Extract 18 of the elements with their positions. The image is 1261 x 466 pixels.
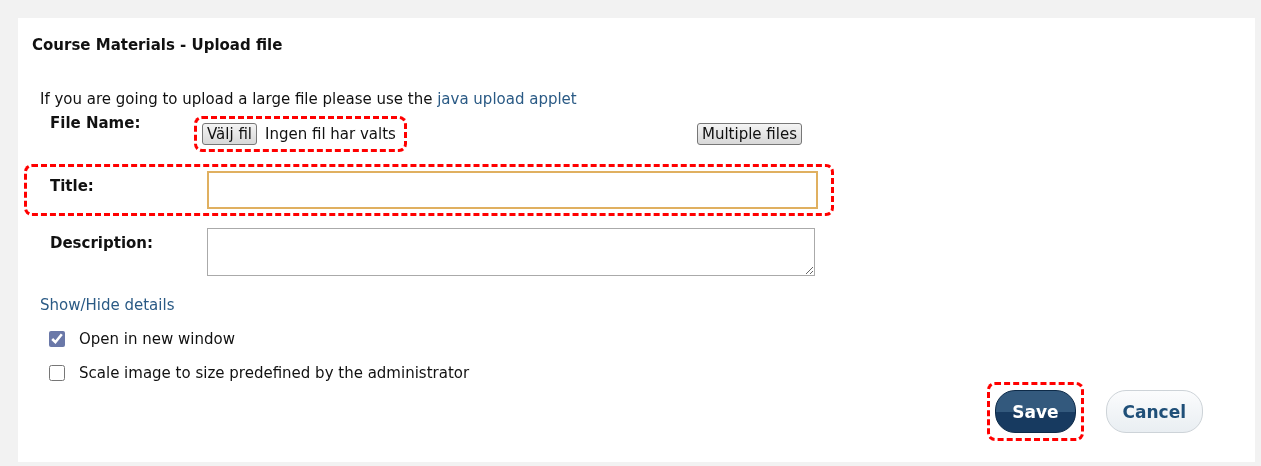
choose-file-button[interactable]: Välj fil [202,123,257,145]
description-field[interactable] [207,228,815,276]
intro-text: If you are going to upload a large file please use the java upload applet [40,90,578,108]
title-field[interactable] [207,171,818,209]
field-label: File Name: [50,113,142,134]
save-button[interactable]: Save [995,390,1076,433]
field-label: Description: [50,233,154,254]
details-link[interactable]: Show/Hide details [40,296,1241,314]
checkbox[interactable] [49,365,65,381]
page-heading: Course Materials - Upload file [32,36,284,54]
option-label: Open in new window [79,330,235,348]
cancel-button[interactable]: Cancel [1105,390,1203,433]
file-status: Ingen fil har valts [265,125,396,143]
checkbox[interactable] [49,331,65,347]
field-label: Title: [50,176,95,197]
multiple-files-button[interactable]: Multiple files [697,123,802,145]
applet-link[interactable]: java upload applet [437,90,577,108]
option-label: Scale image to size predefined by the administrator [79,364,470,382]
